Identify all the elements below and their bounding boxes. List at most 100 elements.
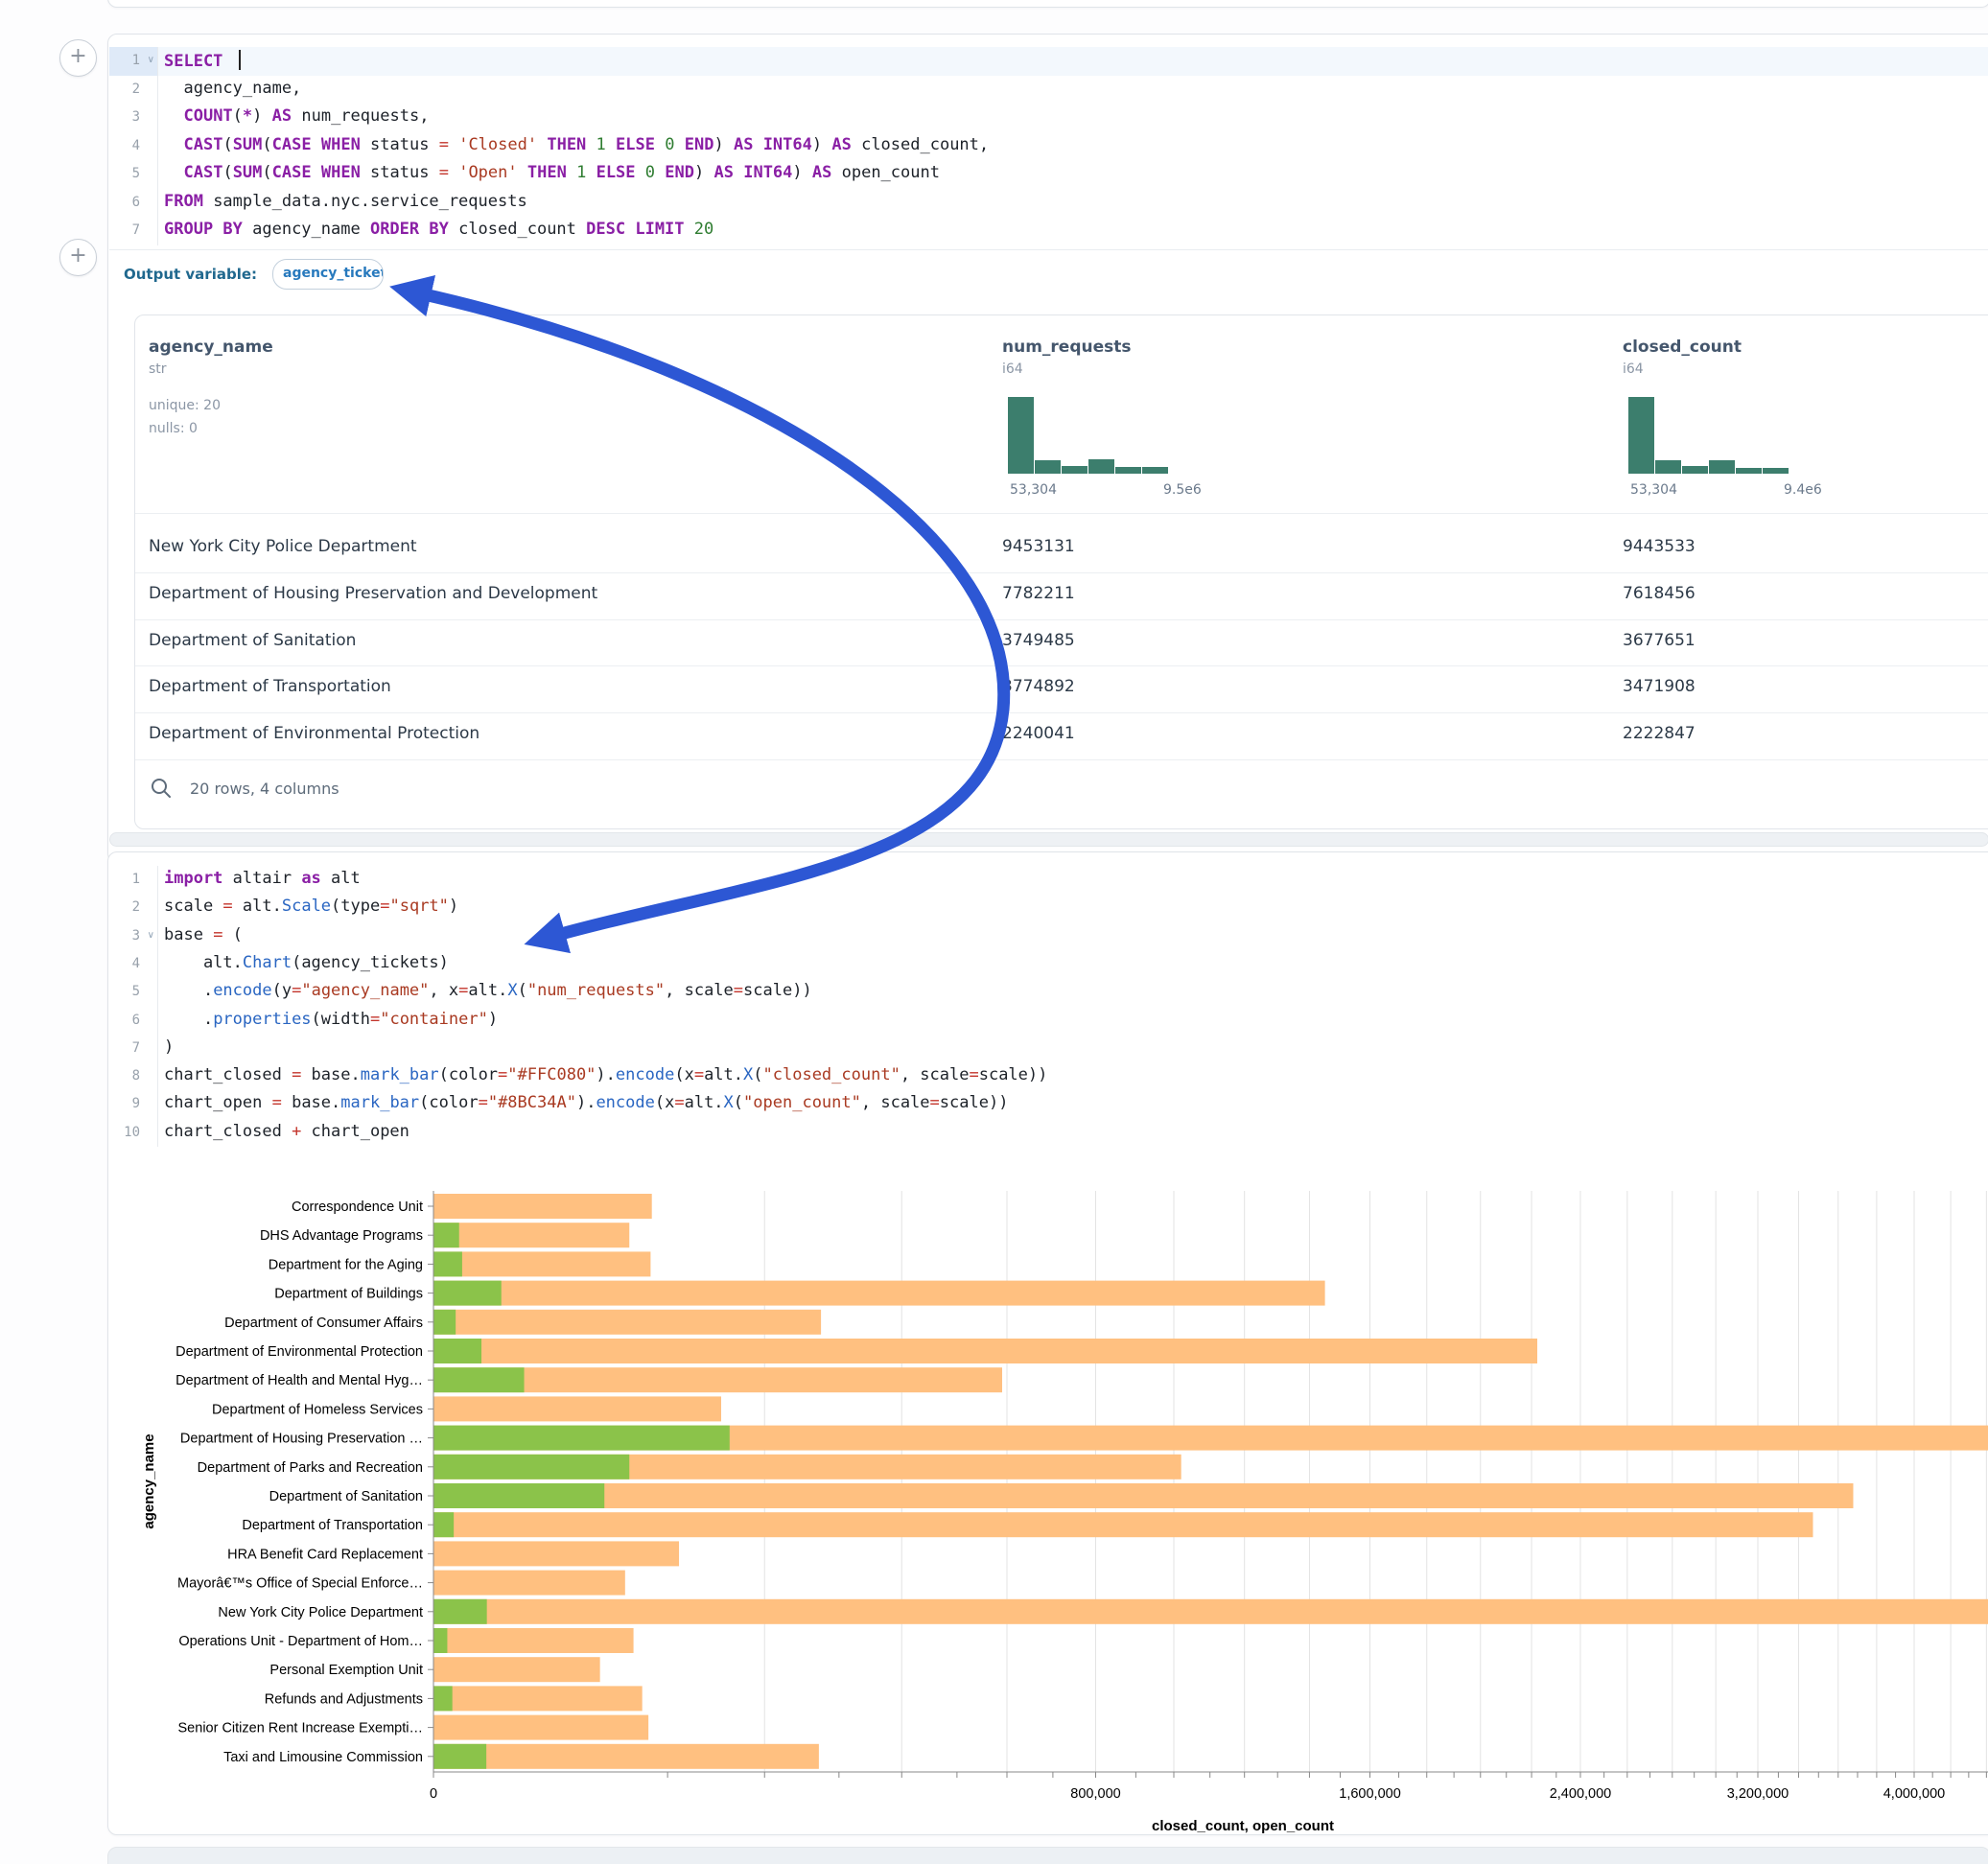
code-token: =	[439, 135, 449, 154]
y-axis-label: Refunds and Adjustments	[265, 1691, 423, 1707]
code-token: CASE	[272, 135, 312, 154]
fold-chevron-icon[interactable]: ∨	[148, 930, 154, 941]
add-cell-button-top[interactable]: +	[59, 39, 97, 77]
histogram-bin	[1763, 468, 1789, 474]
code-token: SUM	[233, 163, 263, 182]
code-line[interactable]: 8chart_closed = base.mark_bar(color="#FF…	[109, 1062, 1988, 1091]
sql-code-editor[interactable]: 1∨SELECT 2 agency_name,3 COUNT(*) AS num…	[108, 47, 1988, 245]
closed-count-bar	[433, 1281, 1325, 1306]
code-token: (color	[439, 1065, 498, 1084]
code-token	[222, 52, 232, 71]
code-token: Scale	[282, 897, 331, 916]
search-icon[interactable]	[150, 777, 173, 800]
open-count-bar	[433, 1251, 462, 1276]
code-token: as	[301, 869, 320, 888]
code-token: 0	[665, 135, 674, 154]
line-number: 3	[132, 928, 140, 944]
code-token: (type	[331, 897, 380, 916]
code-line[interactable]: 10chart_closed + chart_open	[109, 1119, 1988, 1148]
code-token: =	[439, 163, 449, 182]
code-text: GROUP BY agency_name ORDER BY closed_cou…	[164, 220, 713, 239]
code-line[interactable]: 7)	[109, 1035, 1988, 1063]
cell-value: Department of Transportation	[149, 677, 391, 696]
code-text: alt.Chart(agency_tickets)	[164, 953, 449, 972]
column-meta-unique: unique: 20	[149, 398, 221, 413]
code-token: )	[252, 106, 271, 126]
code-token: (	[262, 163, 271, 182]
code-text: COUNT(*) AS num_requests,	[164, 106, 429, 126]
column-header[interactable]: agency_name	[149, 338, 273, 357]
code-token: agency_name,	[164, 79, 301, 98]
code-line[interactable]: 1∨SELECT	[109, 47, 1988, 76]
line-number: 4	[132, 956, 140, 971]
code-token: )	[713, 135, 733, 154]
fold-chevron-icon[interactable]: ∨	[148, 55, 154, 65]
y-axis-title: agency_name	[141, 1433, 157, 1528]
table-separator	[135, 665, 1988, 666]
y-axis-label: Department of Sanitation	[269, 1489, 423, 1504]
y-axis-label: HRA Benefit Card Replacement	[227, 1547, 423, 1562]
column-header[interactable]: closed_count	[1623, 338, 1742, 357]
code-token: FROM	[164, 192, 203, 211]
line-number-gutter: 5	[109, 160, 158, 189]
code-line[interactable]: 2 agency_name,	[109, 76, 1988, 105]
x-tick-label: 0	[430, 1786, 437, 1802]
code-text: chart_closed + chart_open	[164, 1122, 409, 1141]
code-line[interactable]: 6 .properties(width="container")	[109, 1007, 1988, 1036]
code-token: , scale	[861, 1093, 930, 1112]
code-line[interactable]: 7GROUP BY agency_name ORDER BY closed_co…	[109, 217, 1988, 245]
code-token: , scale	[900, 1065, 970, 1084]
code-line[interactable]: 1import altair as alt	[109, 866, 1988, 895]
histogram-bin	[1088, 459, 1114, 474]
column-header[interactable]: num_requests	[1002, 338, 1132, 357]
code-token: (	[222, 925, 242, 944]
code-token	[655, 163, 665, 182]
y-axis-label: Department of Homeless Services	[212, 1402, 423, 1417]
cell-value: 3677651	[1623, 631, 1696, 650]
output-variable-pill[interactable]: agency_tickets	[272, 259, 384, 290]
histogram-bin	[1142, 467, 1168, 474]
code-token: )	[792, 163, 811, 182]
cell-value: New York City Police Department	[149, 537, 417, 556]
code-token	[449, 163, 458, 182]
code-token: import	[164, 869, 222, 888]
code-token	[586, 163, 596, 182]
code-line[interactable]: 9chart_open = base.mark_bar(color="#8BC3…	[109, 1090, 1988, 1119]
code-token	[164, 135, 183, 154]
line-number: 2	[132, 82, 140, 97]
code-line[interactable]: 2scale = alt.Scale(type="sqrt")	[109, 894, 1988, 922]
y-axis-label: Department of Buildings	[274, 1287, 423, 1302]
column-type: i64	[1002, 361, 1023, 377]
code-token: (	[518, 981, 527, 1000]
code-line[interactable]: 4 alt.Chart(agency_tickets)	[109, 950, 1988, 979]
cell-value: 7782211	[1002, 584, 1075, 603]
code-token: =	[498, 1065, 507, 1084]
code-token: mark_bar	[361, 1065, 439, 1084]
add-cell-button-middle[interactable]: +	[59, 239, 97, 276]
code-token: =	[694, 1065, 704, 1084]
line-number-gutter: 1	[109, 866, 158, 895]
line-number-gutter: 5	[109, 978, 158, 1007]
code-token: (	[753, 1065, 762, 1084]
code-token: (y	[272, 981, 292, 1000]
histogram-bin	[1682, 466, 1708, 474]
code-line[interactable]: 6FROM sample_data.nyc.service_requests	[109, 189, 1988, 218]
python-code-editor[interactable]: 1import altair as alt2scale = alt.Scale(…	[108, 866, 1988, 1149]
hist-max-label: 9.4e6	[1784, 482, 1822, 498]
code-token: AS	[713, 163, 733, 182]
line-number-gutter: 2	[109, 894, 158, 922]
closed-count-bar	[433, 1571, 625, 1596]
cell-value: 2240041	[1002, 724, 1075, 743]
code-line[interactable]: 3 ∨ base = (	[109, 922, 1988, 951]
code-token: (	[734, 1093, 743, 1112]
open-count-bar	[433, 1628, 447, 1653]
code-line[interactable]: 4 CAST(SUM(CASE WHEN status = 'Closed' T…	[109, 132, 1988, 161]
code-line[interactable]: 3 COUNT(*) AS num_requests,	[109, 104, 1988, 132]
code-token	[636, 163, 645, 182]
code-line[interactable]: 5 .encode(y="agency_name", x=alt.X("num_…	[109, 978, 1988, 1007]
code-token: THEN	[527, 163, 567, 182]
code-text: base = (	[164, 925, 243, 944]
code-token: alt.	[685, 1093, 724, 1112]
closed-count-bar	[433, 1686, 643, 1711]
code-line[interactable]: 5 CAST(SUM(CASE WHEN status = 'Open' THE…	[109, 160, 1988, 189]
